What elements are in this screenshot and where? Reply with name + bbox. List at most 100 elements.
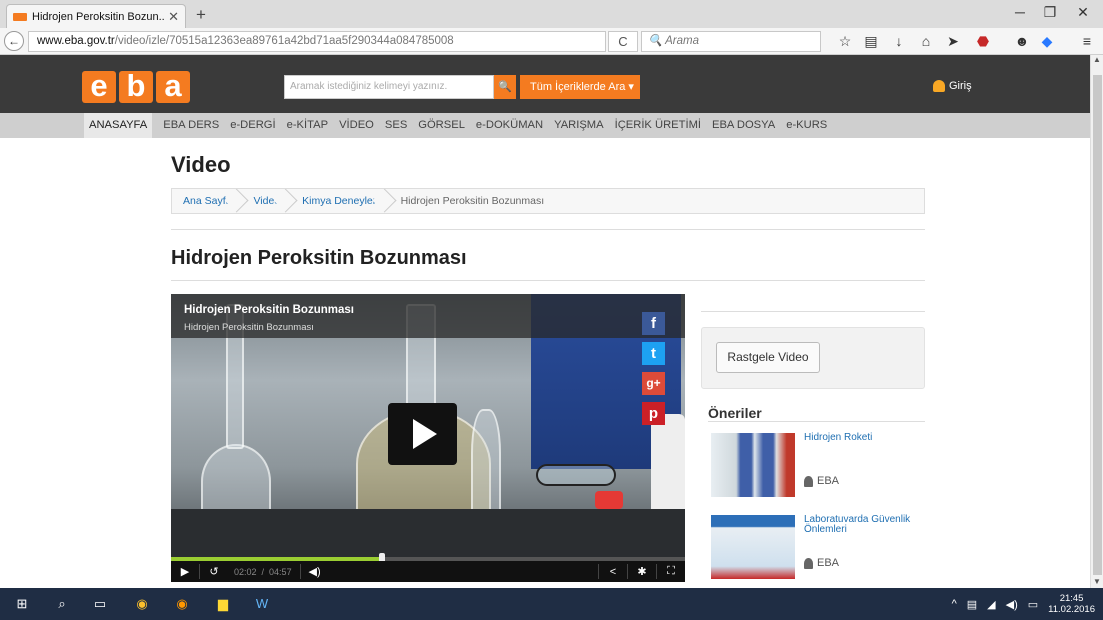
current-time: 02:02 bbox=[234, 566, 257, 577]
test-tube-image bbox=[471, 409, 501, 519]
download-icon[interactable]: ↓ bbox=[890, 33, 908, 49]
network-icon[interactable]: ▤ bbox=[967, 598, 977, 611]
duration: 04:57 bbox=[269, 566, 292, 577]
url-path: /video/izle/70515a12363ea89761a42bd71aa5… bbox=[114, 35, 454, 47]
search-icon[interactable]: ⌕ bbox=[52, 594, 72, 614]
breadcrumb-video[interactable]: Video bbox=[242, 189, 291, 213]
red-cap-image bbox=[595, 491, 623, 509]
notifications-icon[interactable]: ▭ bbox=[1028, 598, 1038, 611]
divider bbox=[708, 421, 925, 422]
chat-icon[interactable]: ☻ bbox=[1013, 33, 1031, 49]
menu-item-eba-dosya[interactable]: EBA DOSYA bbox=[712, 113, 775, 138]
login-label: Giriş bbox=[949, 80, 972, 92]
menu-item-eba-ders[interactable]: EBA DERS bbox=[163, 113, 219, 138]
word-icon[interactable]: W bbox=[252, 594, 272, 614]
section-title: Video bbox=[171, 152, 231, 177]
person-icon bbox=[804, 557, 813, 569]
fullscreen-icon[interactable]: ⛶ bbox=[657, 565, 685, 578]
menu-item-gorsel[interactable]: GÖRSEL bbox=[418, 113, 465, 138]
page-title: Hidrojen Peroksitin Bozunması bbox=[171, 247, 467, 269]
settings-gear-icon[interactable]: ✱ bbox=[628, 565, 656, 578]
menu-item-yarisma[interactable]: YARIŞMA bbox=[554, 113, 604, 138]
breadcrumb-home[interactable]: Ana Sayfa bbox=[172, 189, 242, 213]
hidrojen-roketi-thumbnail[interactable] bbox=[711, 433, 795, 497]
volume-icon[interactable]: ◀) bbox=[1006, 598, 1018, 611]
login-link[interactable]: Giriş bbox=[933, 80, 972, 92]
video-player[interactable]: Hidrojen Peroksitin Bozunması Hidrojen P… bbox=[171, 294, 685, 582]
chrome-icon[interactable]: ◉ bbox=[132, 594, 152, 614]
scrollbar-thumb[interactable] bbox=[1093, 75, 1102, 575]
menu-item-icerik-uretimi[interactable]: İÇERİK ÜRETİMİ bbox=[615, 113, 701, 138]
time-separator: / bbox=[261, 566, 265, 577]
page-scrollbar[interactable]: ▲ ▼ bbox=[1090, 55, 1103, 588]
close-tab-icon[interactable]: ✕ bbox=[168, 9, 179, 25]
menu-item-e-dergi[interactable]: e-DERGİ bbox=[230, 113, 275, 138]
play-button[interactable] bbox=[388, 403, 457, 465]
replay-icon[interactable]: ↺ bbox=[200, 565, 228, 578]
random-video-button[interactable]: Rastgele Video bbox=[716, 342, 820, 373]
scroll-down-icon[interactable]: ▼ bbox=[1091, 577, 1103, 586]
eba-logo[interactable]: e b a bbox=[82, 70, 190, 103]
send-icon[interactable]: ➤ bbox=[944, 33, 962, 50]
new-tab-icon[interactable]: + bbox=[196, 5, 206, 25]
adblock-icon[interactable]: ⬣ bbox=[974, 33, 992, 50]
home-icon[interactable]: ⌂ bbox=[917, 33, 935, 49]
share-icon[interactable]: < bbox=[599, 566, 627, 578]
system-tray: ^ ▤ ◢ ◀) ▭ 21:45 11.02.2016 bbox=[952, 588, 1095, 620]
menu-hamburger-icon[interactable]: ≡ bbox=[1078, 33, 1096, 49]
recommendation-author: EBA bbox=[804, 557, 839, 569]
menu-item-video[interactable]: VİDEO bbox=[339, 113, 374, 138]
close-window-icon[interactable]: ✕ bbox=[1068, 4, 1098, 21]
bookmarks-list-icon[interactable]: ▤ bbox=[862, 33, 880, 50]
menu-item-e-kurs[interactable]: e-KURS bbox=[786, 113, 827, 138]
breadcrumb-kimya-deneyleri[interactable]: Kimya Deneyleri bbox=[291, 189, 389, 213]
windows-start-icon[interactable]: ⊞ bbox=[12, 594, 32, 614]
browser-tab[interactable]: Hidrojen Peroksitin Bozun... ✕ bbox=[6, 4, 186, 28]
restore-icon[interactable]: ❐ bbox=[1035, 4, 1065, 21]
site-search-input[interactable]: Aramak istediğiniz kelimeyi yazınız. bbox=[284, 75, 494, 99]
wifi-icon[interactable]: ◢ bbox=[987, 598, 995, 611]
url-domain: www.eba.gov.tr bbox=[37, 35, 115, 47]
video-subtitle: Hidrojen Peroksitin Bozunması bbox=[184, 322, 314, 333]
divider bbox=[171, 229, 925, 230]
task-view-icon[interactable]: ▭ bbox=[90, 594, 110, 614]
file-explorer-icon[interactable]: ▆ bbox=[213, 594, 233, 614]
recommendation-author: EBA bbox=[804, 475, 839, 487]
menu-item-e-kitap[interactable]: e-KİTAP bbox=[287, 113, 328, 138]
tab-title: Hidrojen Peroksitin Bozun... bbox=[32, 10, 165, 23]
play-icon[interactable]: ▶ bbox=[171, 565, 199, 578]
recommendation-title[interactable]: Laboratuvarda Güvenlik Önlemleri bbox=[804, 515, 929, 535]
diamond-icon[interactable]: ◆ bbox=[1038, 33, 1056, 50]
twitter-icon[interactable]: t bbox=[642, 342, 665, 365]
laboratuvar-guvenlik-thumbnail[interactable] bbox=[711, 515, 795, 579]
google-plus-icon[interactable]: g+ bbox=[642, 372, 665, 395]
scroll-up-icon[interactable]: ▲ bbox=[1091, 55, 1103, 64]
menu-item-ses[interactable]: SES bbox=[385, 113, 407, 138]
back-arrow-icon[interactable]: ← bbox=[4, 31, 24, 51]
recommendation-title[interactable]: Hidrojen Roketi bbox=[804, 433, 929, 443]
reload-icon[interactable]: C bbox=[608, 31, 638, 52]
windows-taskbar: ⊞ ⌕ ▭ ◉ ◉ ▆ W ^ ▤ ◢ ◀) ▭ 21:45 11.02.201… bbox=[0, 588, 1103, 620]
minimize-icon[interactable]: ─ bbox=[1005, 4, 1035, 20]
author-name: EBA bbox=[817, 557, 840, 569]
clock[interactable]: 21:45 11.02.2016 bbox=[1048, 593, 1095, 615]
volume-icon[interactable]: ◀) bbox=[301, 565, 329, 578]
pinterest-icon[interactable]: p bbox=[642, 402, 665, 425]
search-icon[interactable]: 🔍 bbox=[494, 75, 516, 99]
browser-search-input[interactable]: 🔍 Arama bbox=[641, 31, 821, 52]
menu-item-anasayfa[interactable]: ANASAYFA bbox=[84, 113, 153, 138]
search-scope-dropdown[interactable]: Tüm İçeriklerde Ara ▾ bbox=[520, 75, 640, 99]
menu-item-e-dokuman[interactable]: e-DOKÜMAN bbox=[476, 113, 543, 138]
show-hidden-icons-icon[interactable]: ^ bbox=[952, 598, 957, 610]
firefox-icon[interactable]: ◉ bbox=[172, 594, 192, 614]
bookmark-star-icon[interactable]: ☆ bbox=[836, 33, 854, 50]
browser-search-placeholder: Arama bbox=[665, 35, 699, 47]
logo-letter: a bbox=[156, 70, 190, 103]
user-icon bbox=[933, 80, 945, 92]
address-bar[interactable]: www.eba.gov.tr/video/izle/70515a12363ea8… bbox=[28, 31, 606, 52]
person-icon bbox=[804, 475, 813, 487]
breadcrumb: Ana Sayfa Video Kimya Deneyleri Hidrojen… bbox=[171, 188, 925, 214]
divider bbox=[701, 311, 925, 312]
facebook-icon[interactable]: f bbox=[642, 312, 665, 335]
logo-letter: b bbox=[119, 70, 153, 103]
